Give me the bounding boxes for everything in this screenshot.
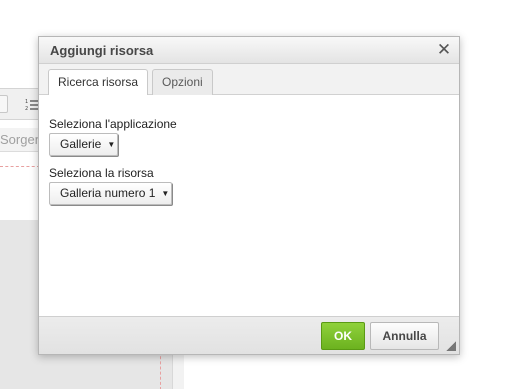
resource-select-label: Seleziona la risorsa [49, 166, 154, 180]
dialog-body: Seleziona l'applicazione Gallerie ▼ Sele… [39, 95, 459, 317]
tab-label: Opzioni [162, 75, 203, 89]
placeholder-border [0, 166, 40, 167]
dropdown-arrow-icon: ▼ [107, 140, 116, 149]
cancel-button[interactable]: Annulla [370, 322, 439, 350]
dialog-tabs: Ricerca risorsa Opzioni [39, 64, 459, 96]
dialog-titlebar[interactable]: Aggiungi risorsa ✕ [39, 37, 459, 64]
resource-select[interactable]: Galleria numero 1 ▼ [49, 182, 173, 205]
resource-select-value: Galleria numero 1 [60, 186, 156, 200]
dialog-title: Aggiungi risorsa [50, 43, 154, 58]
format-button-icon[interactable] [0, 95, 8, 113]
svg-text:1: 1 [25, 99, 28, 105]
application-select-value: Gallerie [60, 137, 102, 151]
tab-label: Ricerca risorsa [58, 75, 139, 89]
resize-handle-icon[interactable] [446, 341, 456, 351]
add-resource-dialog: Aggiungi risorsa ✕ Ricerca risorsa Opzio… [38, 36, 460, 355]
tab-opzioni[interactable]: Opzioni [152, 69, 213, 95]
dialog-footer: OK Annulla [39, 316, 459, 354]
svg-text:2: 2 [25, 106, 28, 112]
application-select-label: Seleziona l'applicazione [49, 117, 177, 131]
close-icon[interactable]: ✕ [436, 41, 452, 59]
application-select[interactable]: Gallerie ▼ [49, 133, 119, 156]
tab-ricerca-risorsa[interactable]: Ricerca risorsa [48, 69, 149, 96]
dropdown-arrow-icon: ▼ [161, 189, 170, 198]
ok-button[interactable]: OK [321, 322, 365, 350]
